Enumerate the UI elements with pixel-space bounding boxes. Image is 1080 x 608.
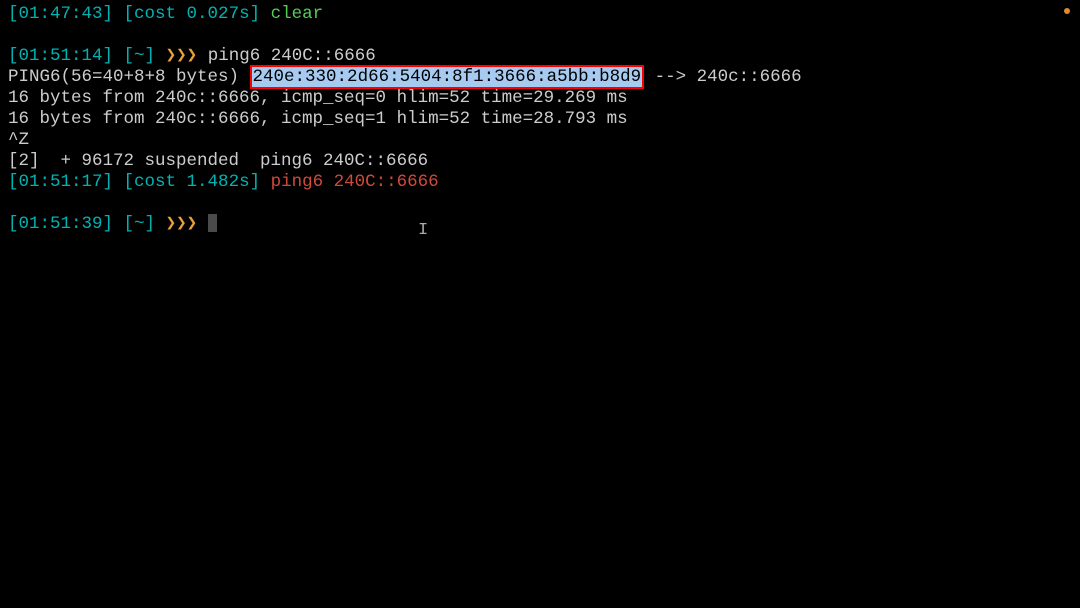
command-text: ping6 240C::6666 [271,172,439,192]
timestamp: [01:47:43] [8,4,113,24]
terminal-line: ^Z [8,130,1072,151]
terminal-prompt-line[interactable]: [01:51:39] [~] ❯❯❯ [8,214,1072,235]
text-cursor-icon: I [418,220,428,241]
timestamp: [01:51:14] [8,46,113,66]
window-indicator [1064,8,1070,14]
indicator-dot [1064,8,1070,14]
path-label: [~] [124,46,156,66]
cost-label: [cost 1.482s] [124,172,261,192]
prompt-symbol: ❯❯❯ [166,46,198,66]
terminal-line: [01:51:14] [~] ❯❯❯ ping6 240C::6666 [8,46,1072,67]
command-text: clear [271,4,324,24]
blank-line [8,25,1072,46]
timestamp: [01:51:17] [8,172,113,192]
terminal-line: [01:47:43] [cost 0.027s] clear [8,4,1072,25]
timestamp: [01:51:39] [8,214,113,234]
cursor-icon [208,214,217,232]
output-text: PING6(56=40+8+8 bytes) [8,67,250,87]
terminal-line: 16 bytes from 240c::6666, icmp_seq=0 hli… [8,88,1072,109]
path-label: [~] [124,214,156,234]
command-text: ping6 240C::6666 [208,46,376,66]
selected-text[interactable]: 240e:330:2d66:5404:8f1:3666:a5bb:b8d9 [252,67,643,87]
terminal-line: 16 bytes from 240c::6666, icmp_seq=1 hli… [8,109,1072,130]
terminal-line: PING6(56=40+8+8 bytes) 240e:330:2d66:540… [8,67,1072,88]
prompt-symbol: ❯❯❯ [166,214,198,234]
terminal-line: [2] + 96172 suspended ping6 240C::6666 [8,151,1072,172]
output-text: --> 240c::6666 [644,67,802,87]
terminal-line: [01:51:17] [cost 1.482s] ping6 240C::666… [8,172,1072,193]
highlighted-box: 240e:330:2d66:5404:8f1:3666:a5bb:b8d9 [250,65,645,89]
blank-line [8,193,1072,214]
cost-label: [cost 0.027s] [124,4,261,24]
